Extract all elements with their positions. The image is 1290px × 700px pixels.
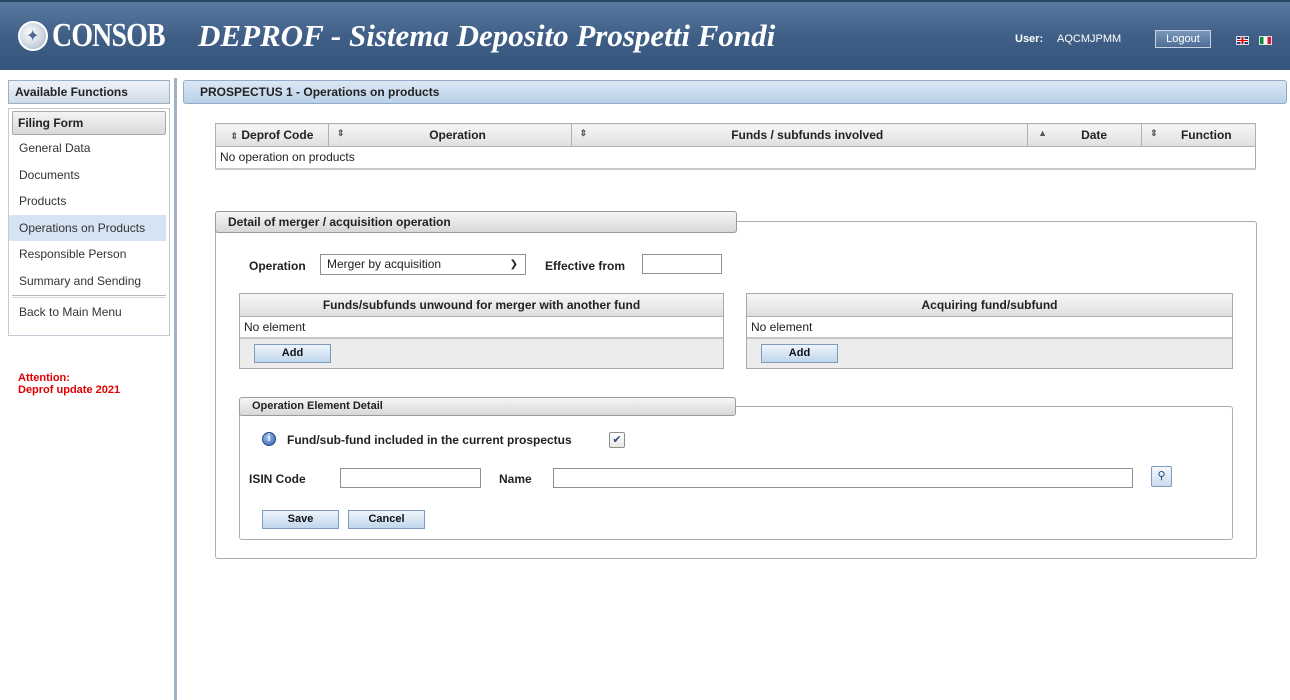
sidebar-menu: Filing Form General Data Documents Produ… bbox=[8, 108, 170, 336]
operation-select-value: Merger by acquisition bbox=[327, 257, 442, 271]
acquiring-fund-footer: Add bbox=[747, 339, 1232, 368]
name-label: Name bbox=[499, 472, 532, 486]
app-header: CONSOB DEPROF - Sistema Deposito Prospet… bbox=[0, 0, 1290, 70]
sidebar-item-responsible-person[interactable]: Responsible Person bbox=[9, 241, 169, 268]
attention-notice: Attention: Deprof update 2021 bbox=[18, 372, 170, 396]
italian-flag-icon[interactable] bbox=[1259, 36, 1272, 45]
app-title: DEPROF - Sistema Deposito Prospetti Fond… bbox=[198, 18, 776, 53]
user-label: User: bbox=[1015, 33, 1044, 45]
search-icon[interactable]: ⚲ bbox=[1151, 466, 1172, 487]
sidebar-item-back-to-main-menu[interactable]: Back to Main Menu bbox=[9, 299, 169, 326]
acquiring-fund-empty: No element bbox=[747, 317, 1232, 339]
operation-select[interactable]: Merger by acquisition ❯ bbox=[320, 254, 526, 275]
table-header-row: ⇕ Deprof Code ⇕ Operation ⇕ Funds / subfun… bbox=[215, 123, 1256, 147]
effective-from-input[interactable] bbox=[642, 254, 722, 274]
chevron-down-icon: ❯ bbox=[509, 259, 518, 270]
consob-logo: CONSOB bbox=[18, 14, 190, 58]
sidebar-item-general-data[interactable]: General Data bbox=[9, 135, 169, 162]
add-unwound-fund-button[interactable]: Add bbox=[254, 344, 331, 363]
sort-asc-icon: ▲ bbox=[1038, 128, 1048, 138]
operation-label: Operation bbox=[249, 259, 306, 273]
included-in-prospectus-checkbox[interactable]: ✔ bbox=[609, 432, 625, 448]
unwound-funds-header: Funds/subfunds unwound for merger with a… bbox=[240, 294, 723, 317]
page-title: PROSPECTUS 1 - Operations on products bbox=[183, 80, 1287, 104]
sort-icon: ⇕ bbox=[230, 131, 239, 141]
filing-form-header[interactable]: Filing Form bbox=[12, 111, 166, 135]
logo-text: CONSOB bbox=[52, 17, 166, 54]
sidebar-item-operations-on-products[interactable]: Operations on Products bbox=[9, 214, 166, 241]
sort-icon: ⇕ bbox=[579, 128, 588, 138]
unwound-funds-footer: Add bbox=[240, 339, 723, 368]
save-button[interactable]: Save bbox=[262, 510, 339, 529]
menu-divider bbox=[12, 295, 166, 298]
unwound-funds-table: Funds/subfunds unwound for merger with a… bbox=[239, 293, 724, 369]
user-name: AQCMJPMM bbox=[1057, 33, 1122, 45]
table-row: No operation on products bbox=[215, 146, 1256, 170]
operation-element-detail-legend: Operation Element Detail bbox=[239, 397, 736, 416]
english-flag-icon[interactable] bbox=[1236, 36, 1249, 45]
col-date[interactable]: ▲ Date bbox=[1027, 123, 1143, 147]
empty-table-message: No operation on products bbox=[215, 146, 1256, 170]
sidebar-divider bbox=[174, 78, 177, 700]
col-deprof-code[interactable]: ⇕ Deprof Code bbox=[215, 123, 329, 147]
available-functions-header: Available Functions bbox=[8, 80, 170, 104]
sidebar-item-summary-and-sending[interactable]: Summary and Sending bbox=[9, 268, 169, 295]
consob-seal-icon bbox=[18, 21, 48, 51]
col-operation[interactable]: ⇕ Operation bbox=[327, 123, 572, 147]
add-acquiring-fund-button[interactable]: Add bbox=[761, 344, 838, 363]
acquiring-fund-header: Acquiring fund/subfund bbox=[747, 294, 1232, 317]
checkmark-icon: ✔ bbox=[612, 434, 622, 446]
attention-text: Deprof update 2021 bbox=[18, 384, 121, 396]
effective-from-label: Effective from bbox=[545, 259, 626, 273]
sort-icon: ⇕ bbox=[336, 128, 345, 138]
col-function[interactable]: ⇕ Function bbox=[1141, 123, 1256, 147]
merger-detail-legend: Detail of merger / acquisition operation bbox=[215, 211, 737, 233]
isin-code-input[interactable] bbox=[340, 468, 481, 488]
col-funds-involved[interactable]: ⇕ Funds / subfunds involved bbox=[570, 123, 1029, 147]
info-icon[interactable]: i bbox=[262, 432, 276, 446]
logout-button[interactable]: Logout bbox=[1155, 30, 1211, 48]
isin-code-label: ISIN Code bbox=[249, 472, 306, 486]
included-in-prospectus-label: Fund/sub-fund included in the current pr… bbox=[287, 433, 572, 447]
attention-title: Attention: bbox=[18, 372, 70, 384]
name-input[interactable] bbox=[553, 468, 1133, 488]
sort-icon: ⇕ bbox=[1150, 128, 1158, 138]
sidebar-item-products[interactable]: Products bbox=[9, 188, 169, 215]
cancel-button[interactable]: Cancel bbox=[348, 510, 425, 529]
operations-table: ⇕ Deprof Code ⇕ Operation ⇕ Funds / subfun… bbox=[215, 123, 1256, 170]
acquiring-fund-table: Acquiring fund/subfund No element Add bbox=[746, 293, 1233, 369]
sidebar: Available Functions Filing Form General … bbox=[8, 80, 170, 700]
sidebar-item-documents[interactable]: Documents bbox=[9, 162, 169, 189]
unwound-funds-empty: No element bbox=[240, 317, 723, 339]
